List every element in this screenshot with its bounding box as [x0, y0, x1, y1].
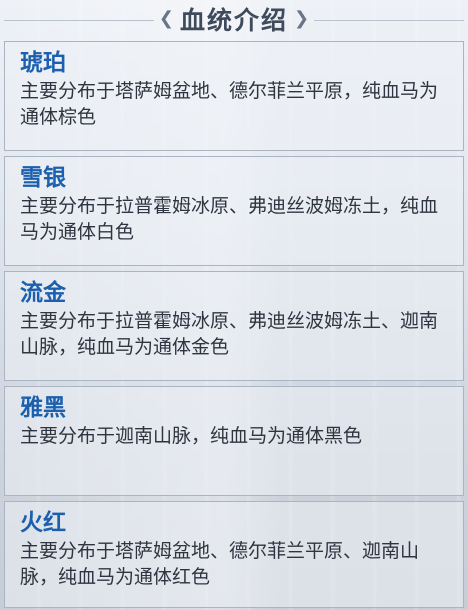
bloodline-name: 琥珀 — [20, 50, 66, 76]
header-ornament-right-icon: ❯ — [294, 8, 310, 29]
bloodline-description: 主要分布于迦南山脉，纯血马为通体黑色 — [20, 425, 363, 447]
section-title: 血统介绍 — [179, 6, 288, 35]
bloodline-name: 流金 — [20, 280, 66, 306]
bloodline-description: 主要分布于塔萨姆盆地、德尔菲兰平原，纯血马为通体棕色 — [20, 80, 439, 128]
bloodline-name: 火红 — [20, 510, 66, 536]
bloodline-description: 主要分布于塔萨姆盆地、德尔菲兰平原、迦南山脉，纯血马为通体红色 — [20, 540, 420, 588]
bloodline-card-amber: 琥珀 主要分布于塔萨姆盆地、德尔菲兰平原，纯血马为通体棕色 — [4, 41, 464, 151]
bloodline-card-fire-red: 火红 主要分布于塔萨姆盆地、德尔菲兰平原、迦南山脉，纯血马为通体红色 — [4, 501, 464, 608]
bloodline-card-flowing-gold: 流金 主要分布于拉普霍姆冰原、弗迪丝波姆冻土、迦南山脉，纯血马为通体金色 — [4, 271, 464, 381]
section-header: ❮ 血统介绍 ❯ — [0, 0, 468, 38]
bloodline-name: 雪银 — [20, 165, 66, 191]
header-ornament-left-icon: ❮ — [158, 8, 174, 29]
header-divider-left — [4, 20, 154, 21]
bloodline-name: 雅黑 — [20, 395, 66, 421]
bloodline-card-snow-silver: 雪银 主要分布于拉普霍姆冰原、弗迪丝波姆冻土，纯血马为通体白色 — [4, 156, 464, 266]
header-divider-right — [314, 20, 464, 21]
bloodline-description: 主要分布于拉普霍姆冰原、弗迪丝波姆冻土、迦南山脉，纯血马为通体金色 — [20, 310, 439, 358]
bloodline-card-elegant-black: 雅黑 主要分布于迦南山脉，纯血马为通体黑色 — [4, 386, 464, 496]
bloodline-description: 主要分布于拉普霍姆冰原、弗迪丝波姆冻土，纯血马为通体白色 — [20, 195, 439, 243]
